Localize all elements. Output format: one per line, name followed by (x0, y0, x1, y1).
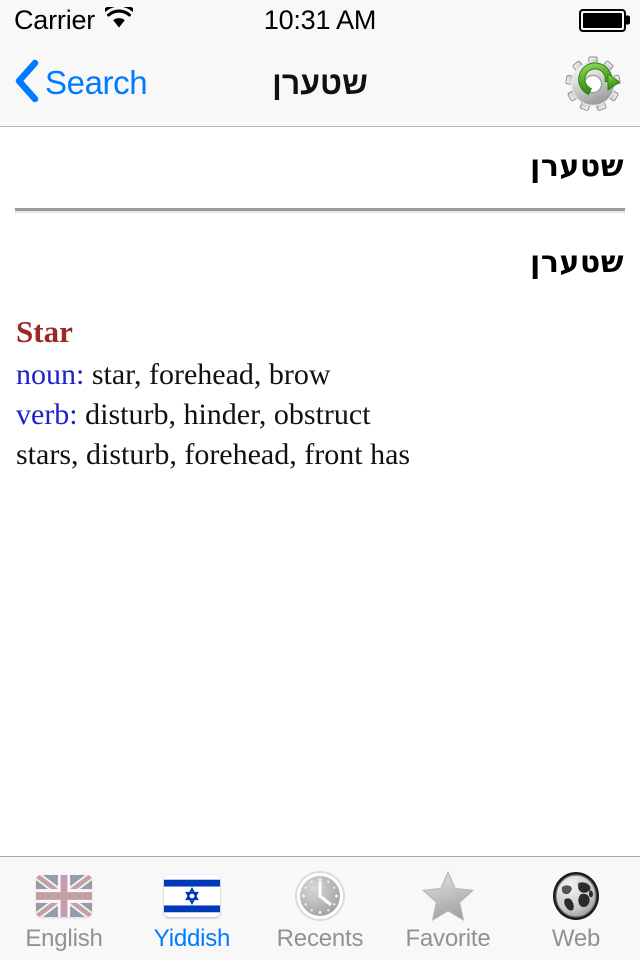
tab-web[interactable]: Web (512, 857, 640, 960)
clock-icon (291, 870, 349, 921)
battery-full-icon (579, 8, 630, 32)
battery-cap (626, 15, 630, 25)
part-of-speech-noun: noun: (16, 358, 85, 392)
wifi-icon (103, 3, 135, 33)
battery-level (583, 12, 622, 28)
tab-web-label: Web (551, 924, 601, 952)
tab-bar: English Yiddish Recents Favorite Web (0, 856, 640, 960)
headword-bottom-row: שטערן (0, 211, 640, 284)
definition-sense-text: disturb, hinder, obstruct (77, 398, 371, 432)
tab-english-label: English (25, 924, 103, 952)
tab-recents[interactable]: Recents (256, 857, 384, 960)
israel-flag-icon (163, 871, 221, 921)
tab-english[interactable]: English (0, 857, 128, 960)
tab-yiddish[interactable]: Yiddish (128, 857, 256, 960)
back-button-label: Search (45, 64, 148, 101)
headword-top-row: שטערן (0, 127, 640, 194)
gear-refresh-icon[interactable] (564, 52, 626, 114)
back-button[interactable]: Search (14, 59, 148, 108)
tab-recents-label: Recents (276, 924, 364, 952)
headword-top: שטערן (530, 149, 624, 184)
definition-sense: noun: star, forehead, brow (16, 355, 624, 395)
status-bar-left: Carrier (14, 3, 135, 36)
tab-favorite[interactable]: Favorite (384, 857, 512, 960)
uk-flag-icon (35, 871, 93, 921)
definition-sense-text: star, forehead, brow (84, 358, 331, 392)
definition-extra: stars, disturb, forehead, front has (16, 438, 411, 472)
definition-sense: verb: disturb, hinder, obstruct (16, 395, 624, 435)
status-bar-right (579, 8, 630, 32)
app-screen: Carrier 10:31 AM Search שטערן שטערן שטער… (0, 0, 640, 960)
star-icon (419, 870, 477, 921)
tab-favorite-label: Favorite (405, 924, 491, 952)
globe-icon (547, 871, 605, 921)
status-bar: Carrier 10:31 AM (0, 0, 640, 40)
chevron-left-icon (14, 59, 40, 108)
headword-bottom: שטערן (530, 245, 624, 280)
definition-title: Star (16, 314, 73, 349)
definition-block: Star noun: star, forehead, brow verb: di… (0, 284, 640, 475)
carrier-label: Carrier (14, 4, 96, 35)
tab-yiddish-label: Yiddish (153, 924, 231, 952)
part-of-speech-verb: verb: (16, 398, 78, 432)
navigation-bar: Search שטערן (0, 40, 640, 127)
entry-content: שטערן שטערן Star noun: star, forehead, b… (0, 127, 640, 856)
